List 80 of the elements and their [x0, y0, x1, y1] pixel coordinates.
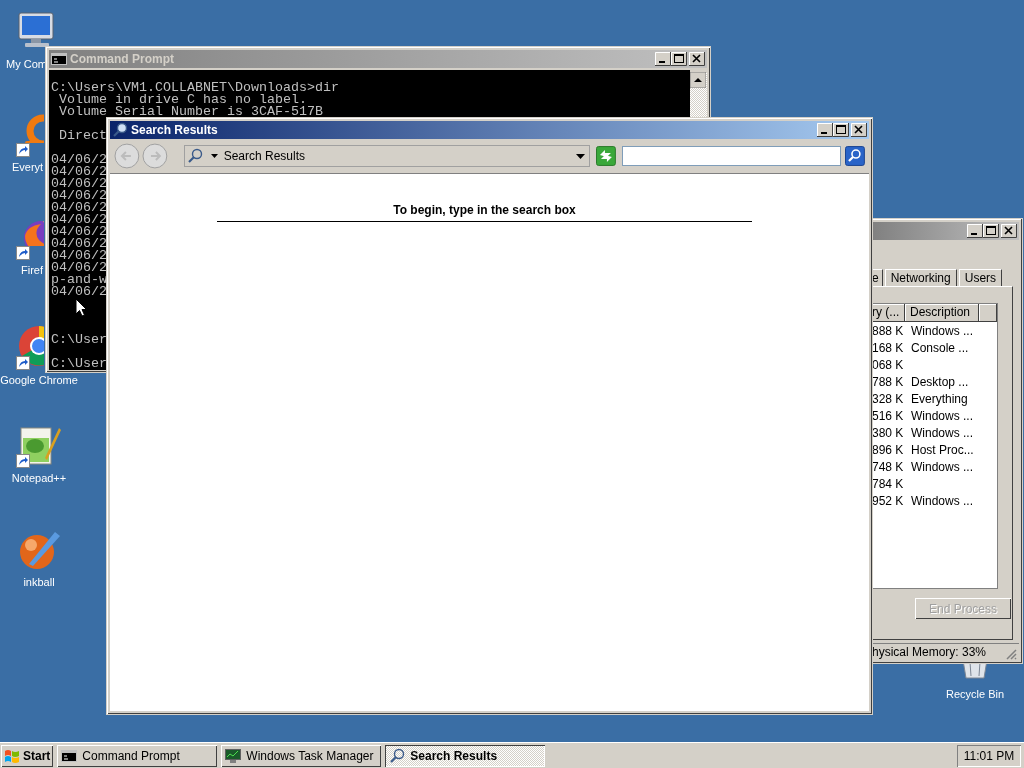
table-cell: 784 K	[872, 476, 905, 491]
window-title: Command Prompt	[70, 52, 174, 66]
clock[interactable]: 11:01 PM	[963, 748, 1015, 763]
instruction-heading: To begin, type in the search box	[217, 203, 752, 222]
console-line: 04/06/2	[51, 286, 107, 298]
table-cell: 168 K	[872, 340, 905, 355]
magnifier-icon	[389, 747, 406, 764]
console-line: 04/06/2	[51, 202, 107, 214]
table-cell-text: Console ...	[910, 340, 969, 355]
table-cell: 952 K	[872, 493, 905, 508]
flag-icon	[4, 748, 20, 763]
desktop-icon-label[interactable]: Notepad++	[11, 472, 67, 484]
table-cell: 068 K	[872, 357, 905, 372]
caret-icon[interactable]	[210, 154, 218, 158]
table-cell: 748 K	[872, 459, 905, 474]
tab[interactable]: Users	[958, 269, 1003, 286]
console-line: 04/06/2	[51, 226, 107, 238]
cursor-icon	[75, 298, 87, 317]
console-line: 04/06/2	[51, 178, 107, 190]
monitor-icon	[225, 748, 242, 763]
table-cell: 888 K	[872, 323, 905, 338]
search-button[interactable]	[845, 146, 865, 166]
table-cell: 380 K	[872, 425, 905, 440]
console-line: 04/06/2	[51, 214, 107, 226]
console-icon	[61, 749, 78, 762]
status-text: hysical Memory: 33%	[872, 645, 987, 659]
taskbar-button[interactable]: Search Results	[385, 744, 546, 767]
console-line: 04/06/2	[51, 190, 107, 202]
console-line: 04/06/2	[51, 238, 107, 250]
table-cell: 788 K	[872, 374, 905, 389]
table-cell-text: Desktop ...	[910, 374, 969, 389]
table-cell-text: Windows ...	[910, 323, 973, 338]
window-title: Search Results	[131, 123, 218, 137]
size-grip-icon[interactable]	[1005, 648, 1017, 660]
minimize-button[interactable]	[817, 123, 833, 137]
address-box[interactable]: Search Results	[183, 145, 590, 167]
taskbar-button[interactable]: Command Prompt	[57, 744, 218, 767]
bin-icon[interactable]	[960, 664, 990, 680]
console-line: 04/06/2	[51, 154, 107, 166]
table-cell-text: Windows ...	[910, 408, 973, 423]
magnifier-icon	[186, 148, 203, 164]
dropdown-arrow-icon[interactable]	[575, 153, 585, 159]
table-cell: 516 K	[872, 408, 905, 423]
console-icon	[51, 53, 67, 65]
column-header[interactable]: ry (...	[872, 304, 905, 322]
console-line: C:\Users\VM1.COLLABNET\Downloads>dir	[51, 82, 339, 94]
console-line: C:\User	[51, 334, 107, 346]
scrollbar[interactable]	[690, 72, 707, 118]
table-cell-text: Windows ...	[910, 459, 973, 474]
address-text: Search Results	[223, 149, 306, 163]
scroll-up-arrow-icon[interactable]	[690, 72, 706, 88]
desktop-icon-label[interactable]: inkball	[23, 576, 55, 588]
column-header[interactable]	[979, 304, 997, 322]
search-field[interactable]	[621, 146, 842, 166]
tab[interactable]: Networking	[884, 269, 957, 286]
refresh-button[interactable]	[595, 146, 616, 166]
close-button[interactable]	[851, 123, 867, 137]
console-line: Volume in drive C has no label.	[58, 94, 307, 106]
console-line: 04/06/2	[51, 166, 107, 178]
desktop-icon-label[interactable]: Everyt	[12, 161, 44, 173]
start-button[interactable]: Start	[1, 744, 54, 767]
console-line: Direct	[58, 130, 107, 142]
maximize-button[interactable]	[833, 123, 849, 137]
desktop-icon-label[interactable]: Google Chrome	[0, 374, 78, 386]
console-line: p-and-w	[51, 274, 107, 286]
table-cell-text: Host Proc...	[910, 442, 974, 457]
table-cell-text: Windows ...	[910, 425, 973, 440]
console-line: C:\User	[51, 358, 107, 370]
console-line: 04/06/2	[51, 262, 107, 274]
table-cell: 896 K	[872, 442, 905, 457]
taskbar-button[interactable]: Windows Task Manager	[221, 744, 382, 767]
table-cell-text: Windows ...	[910, 493, 973, 508]
table-cell-text: Everything	[910, 391, 968, 406]
console-line: Volume Serial Number is 3CAF-517B	[58, 106, 323, 118]
console-line: 04/06/2	[51, 250, 107, 262]
magnifier-icon	[112, 122, 128, 138]
desktop-icon-label[interactable]: Firef	[21, 264, 43, 276]
desktop-icon-label[interactable]: Recycle Bin	[945, 688, 1005, 700]
table-cell: 328 K	[872, 391, 905, 406]
column-header[interactable]: Description	[905, 304, 979, 322]
